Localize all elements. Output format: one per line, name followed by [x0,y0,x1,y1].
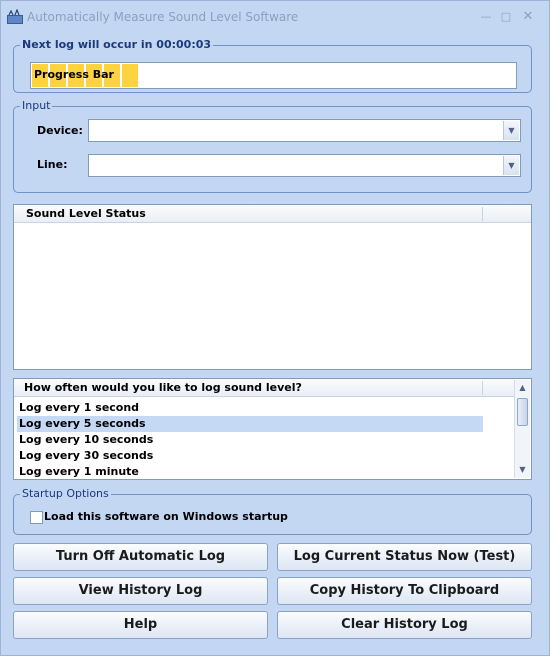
log-frequency-list[interactable]: How often would you like to log sound le… [13,378,532,480]
help-button[interactable]: Help [13,611,268,639]
app-icon [7,9,23,24]
frequency-list-header[interactable]: How often would you like to log sound le… [14,379,514,397]
view-history-log-button[interactable]: View History Log [13,577,268,605]
device-select[interactable]: ▼ [88,119,521,142]
progress-bar: Progress Bar [30,62,517,89]
title-bar: Automatically Measure Sound Level Softwa… [1,1,549,35]
status-column-header[interactable]: Sound Level Status [26,207,146,220]
progress-label: Progress Bar [34,68,114,81]
column-separator[interactable] [482,381,483,395]
chevron-down-icon[interactable]: ▼ [503,156,519,175]
startup-options-group: Startup Options Load this software on Wi… [13,487,532,535]
frequency-column-header[interactable]: How often would you like to log sound le… [24,381,302,394]
column-separator[interactable] [482,207,483,221]
turn-off-automatic-log-button[interactable]: Turn Off Automatic Log [13,543,268,571]
list-item[interactable]: Log every 1 minute [17,464,483,480]
frequency-scrollbar[interactable]: ▲ ▼ [514,380,530,478]
line-label: Line: [37,158,68,171]
startup-checkbox[interactable] [30,511,43,524]
next-log-legend: Next log will occur in 00:00:03 [20,38,214,51]
status-list-header[interactable]: Sound Level Status [14,205,531,223]
scroll-up-icon[interactable]: ▲ [515,380,530,396]
log-current-status-button[interactable]: Log Current Status Now (Test) [277,543,532,571]
device-label: Device: [37,124,83,137]
clear-history-log-button[interactable]: Clear History Log [277,611,532,639]
line-select[interactable]: ▼ [88,154,521,177]
chevron-down-icon[interactable]: ▼ [503,121,519,140]
progress-segment [122,64,138,87]
minimize-icon[interactable]: — [477,8,495,26]
close-icon[interactable]: ✕ [519,8,537,26]
sound-level-status-list[interactable]: Sound Level Status [13,204,532,370]
copy-history-button[interactable]: Copy History To Clipboard [277,577,532,605]
startup-checkbox-label[interactable]: Load this software on Windows startup [44,510,288,523]
list-item[interactable]: Log every 10 seconds [17,432,483,448]
scroll-down-icon[interactable]: ▼ [515,462,530,478]
scroll-thumb[interactable] [517,398,528,426]
input-legend: Input [20,99,53,112]
list-item[interactable]: Log every 5 seconds [17,416,483,432]
next-log-group: Next log will occur in 00:00:03 Progress… [13,38,532,93]
list-item[interactable]: Log every 30 seconds [17,448,483,464]
startup-legend: Startup Options [20,487,111,500]
list-item[interactable]: Log every 1 second [17,400,483,416]
maximize-icon[interactable]: □ [497,8,515,26]
app-window: Automatically Measure Sound Level Softwa… [0,0,550,656]
window-title: Automatically Measure Sound Level Softwa… [27,10,299,24]
input-group: Input Device: ▼ Line: ▼ [13,99,532,193]
